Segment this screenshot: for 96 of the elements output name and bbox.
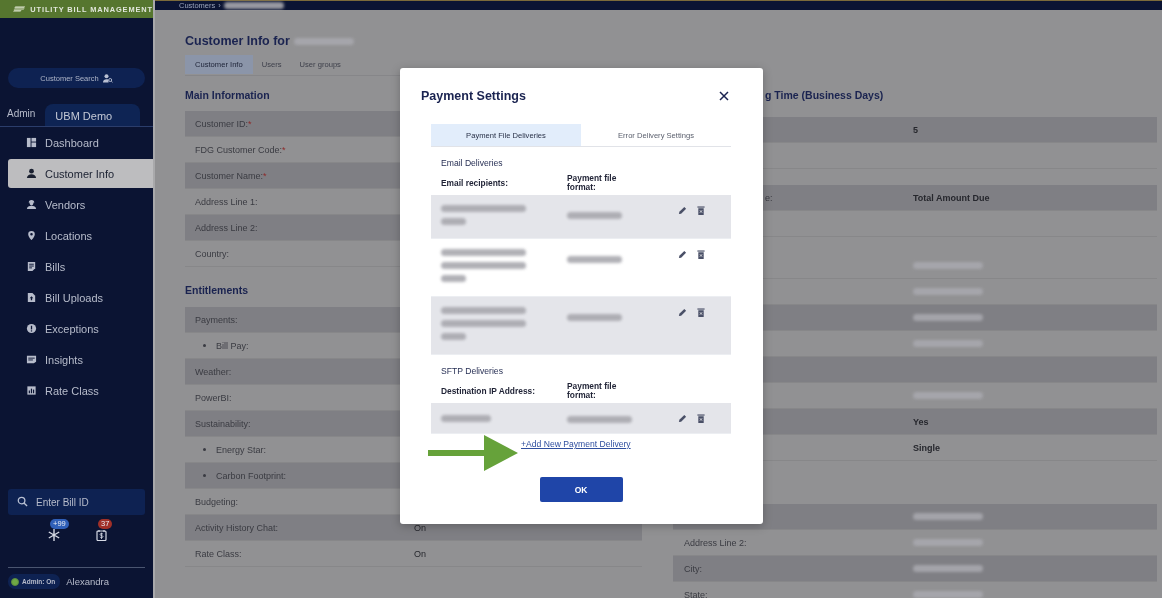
blurred-text (441, 275, 466, 282)
asterisk-icon (48, 529, 60, 541)
bar-chart-icon (26, 385, 37, 396)
field-label: Budgeting: (195, 496, 239, 507)
sidebar-item[interactable]: Bills (8, 251, 153, 282)
person-icon (26, 168, 37, 179)
edit-button[interactable] (676, 248, 689, 261)
field-label: Weather: (195, 366, 232, 377)
pencil-icon (678, 308, 687, 317)
bullet-icon (203, 474, 206, 477)
pencil-icon (678, 206, 687, 215)
field-label: State: (684, 589, 708, 598)
sidebar-tab[interactable]: Admin (0, 104, 43, 126)
field-label: Bill Pay: (216, 340, 249, 351)
field-value: Total Amount Due (913, 192, 990, 203)
blurred-text (293, 37, 354, 45)
field-label: Sustainability: (195, 418, 251, 429)
sidebar-item[interactable]: Dashboard (8, 127, 153, 158)
dashboard-icon (26, 137, 37, 148)
user-name: Alexandra (66, 576, 109, 587)
blurred-text (223, 2, 284, 9)
delete-button[interactable] (695, 248, 707, 261)
bill-button[interactable] (94, 527, 109, 543)
add-delivery-link[interactable]: +Add New Payment Delivery (521, 439, 631, 449)
pencil-icon (678, 413, 687, 423)
column-header: Email recipients: (440, 178, 510, 188)
field-label: Address Line 2: (195, 222, 258, 233)
sidebar-item[interactable]: Rate Class (8, 375, 153, 406)
sidebar-item[interactable]: Exceptions (8, 313, 153, 344)
location-pin-icon (26, 230, 37, 241)
edit-button[interactable] (676, 204, 689, 217)
blurred-text (441, 218, 466, 225)
field-label: Customer Name:* (195, 170, 267, 181)
trash-icon (697, 413, 705, 423)
field-label: Address Line 2: (684, 537, 747, 548)
section-heading: Main Information (185, 88, 270, 103)
field-label: Rate Class: (195, 548, 242, 559)
logo-icon (13, 5, 26, 13)
trash-icon (697, 308, 705, 317)
delete-button[interactable] (695, 306, 707, 319)
sidebar-item[interactable]: Insights (8, 344, 153, 375)
note-icon (26, 354, 37, 365)
blurred-text (441, 414, 491, 422)
blurred-text (567, 314, 622, 321)
section-heading: SFTP Deliveries (440, 365, 504, 378)
blurred-text (567, 256, 622, 263)
blurred-text (441, 333, 466, 340)
close-icon (719, 91, 729, 101)
asterisk-button[interactable] (46, 527, 62, 543)
delete-button[interactable] (695, 411, 707, 425)
field-value: On (414, 522, 426, 533)
field-label: Country: (195, 248, 229, 259)
field-value: Yes (913, 416, 929, 427)
bullet-icon (203, 344, 206, 347)
dialog-title: Payment Settings (421, 89, 526, 103)
field-label: Payments: (195, 314, 238, 325)
field-value: Single (913, 442, 940, 453)
field-label: Activity History Chat: (195, 522, 279, 533)
person-search-icon (102, 73, 113, 83)
sidebar-item[interactable]: Customer Info (8, 159, 153, 188)
trash-icon (697, 250, 705, 259)
sidebar-item[interactable]: Bill Uploads (8, 282, 153, 313)
document-icon (26, 261, 37, 272)
blurred-text (567, 416, 632, 423)
column-header: Payment file format: (567, 382, 618, 400)
pencil-icon (678, 250, 687, 259)
search-icon (17, 496, 28, 507)
sidebar-item[interactable]: Locations (8, 220, 153, 251)
section-heading: g Time (Business Days) (765, 88, 884, 103)
sidebar-item[interactable]: Vendors (8, 189, 153, 220)
field-label: Carbon Footprint: (216, 470, 287, 481)
ok-button[interactable]: OK (539, 477, 623, 502)
trash-icon (697, 206, 705, 215)
column-header: Payment file format: (567, 174, 618, 192)
field-label: Address Line 1: (195, 196, 258, 207)
field-label: Energy Star: (216, 444, 267, 455)
field-value: 5 (913, 124, 918, 135)
worker-icon (26, 199, 37, 210)
exclamation-icon (26, 323, 37, 334)
edit-button[interactable] (676, 306, 689, 319)
bill-icon (96, 529, 107, 541)
field-label: PowerBI: (195, 392, 232, 403)
bill-id-field[interactable]: Enter Bill ID (8, 489, 145, 515)
field-label: FDG Customer Code:* (195, 144, 286, 155)
delete-button[interactable] (695, 204, 707, 217)
field-label: Customer ID:* (195, 118, 252, 129)
file-upload-icon (26, 292, 37, 303)
sidebar-tab[interactable]: UBM Demo (45, 104, 141, 126)
column-header: Destination IP Address: (440, 386, 536, 396)
section-heading: Email Deliveries (440, 157, 504, 170)
page-title: Customer Info for (185, 34, 290, 48)
blurred-text (567, 212, 622, 219)
bullet-icon (203, 448, 206, 451)
field-value: On (414, 548, 426, 559)
field-label: City: (684, 563, 702, 574)
section-heading: Entitlements (185, 283, 248, 298)
